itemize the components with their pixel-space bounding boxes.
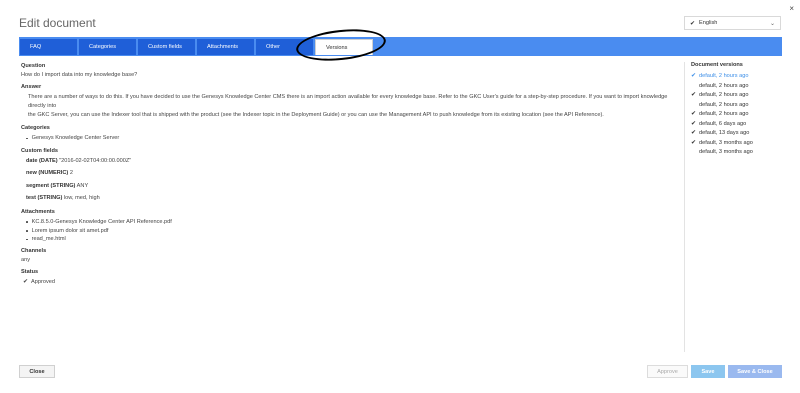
language-value: English (699, 20, 718, 26)
category-text: Genesys Knowledge Center Server (31, 135, 120, 141)
version-label: default, 2 hours ago (699, 111, 749, 117)
sidebar-divider (684, 62, 685, 352)
tab-bar: FAQ Categories Custom fields Attachments… (19, 37, 782, 56)
list-item: KC.8.5.0-Genesys Knowledge Center API Re… (21, 218, 676, 227)
attachments-label: Attachments (21, 208, 55, 215)
custom-field-value: ANY (76, 182, 89, 189)
bullet-icon (26, 221, 28, 224)
answer-label: Answer (21, 84, 42, 90)
tab-categories[interactable]: Categories (79, 39, 136, 55)
version-label: default, 2 hours ago (699, 92, 749, 98)
custom-field-date: date (DATE) "2016-02-02T04:00:00.000Z" (21, 155, 676, 168)
custom-field-value: low, med, high (63, 195, 100, 202)
save-and-close-button[interactable]: Save & Close (728, 365, 782, 378)
version-label: default, 2 hours ago (699, 82, 749, 89)
version-item[interactable]: ✔ default, 6 days ago (691, 120, 783, 130)
custom-field-value: 2 (69, 170, 73, 177)
check-icon: ✔ (23, 278, 29, 285)
version-item[interactable]: ✔ default, 2 hours ago (691, 91, 783, 101)
document-content: Question How do I import data into my kn… (21, 62, 676, 286)
check-icon: ✔ (691, 130, 697, 136)
check-icon: ✔ (691, 111, 697, 117)
versions-panel: Document versions ✔ default, 2 hours ago d… (691, 61, 783, 158)
channels-label: Channels (21, 247, 47, 254)
custom-field-test: test (STRING) low, med, high (21, 192, 676, 205)
tab-versions[interactable]: Versions (315, 39, 373, 55)
channels-value: any (21, 256, 31, 263)
custom-field-name: test (STRING) (26, 195, 63, 202)
check-icon: ✔ (691, 139, 697, 146)
custom-field-value: "2016-02-02T04:00:00.000Z" (59, 157, 132, 164)
question-text: How do I import data into my knowledge b… (21, 72, 138, 78)
bullet-icon (26, 238, 28, 241)
version-label: default, 3 months ago (699, 139, 753, 146)
version-label: default, 6 days ago (699, 120, 747, 127)
attachment-link[interactable]: KC.8.5.0-Genesys Knowledge Center API Re… (32, 218, 172, 227)
tab-custom-fields[interactable]: Custom fields (138, 39, 195, 55)
status-text: Approved (31, 278, 55, 285)
close-icon[interactable]: × (789, 5, 794, 13)
version-label: default, 2 hours ago (699, 101, 749, 108)
list-item: Lorem ipsum dolor sit amet.pdf (21, 227, 676, 236)
save-button[interactable]: Save (691, 365, 725, 378)
version-label: default, 13 days ago (699, 130, 750, 136)
status-label: Status (21, 268, 39, 275)
version-item[interactable]: default, 2 hours ago (691, 82, 783, 92)
version-item[interactable]: ✔ default, 2 hours ago (691, 72, 783, 82)
version-item[interactable]: default, 2 hours ago (691, 101, 783, 111)
list-item: read_me.html (21, 235, 676, 244)
bullet-icon (26, 230, 28, 232)
close-button[interactable]: Close (19, 365, 55, 378)
question-label: Question (21, 63, 46, 69)
version-item[interactable]: ✔ default, 13 days ago (691, 129, 783, 139)
list-item: Genesys Knowledge Center Server (21, 134, 676, 143)
answer-text-1: There are a number of ways to do this. I… (28, 94, 668, 109)
custom-fields-label: Custom fields (21, 147, 58, 154)
attachment-link[interactable]: read_me.html (32, 235, 66, 244)
check-icon: ✔ (691, 92, 697, 98)
custom-field-name: segment (STRING) (26, 182, 76, 189)
version-item[interactable]: ✔ default, 3 months ago (691, 139, 783, 149)
version-label: default, 3 months ago (699, 149, 753, 155)
tab-other[interactable]: Other (256, 39, 313, 55)
version-label: default, 2 hours ago (699, 73, 749, 79)
versions-list: ✔ default, 2 hours ago default, 2 hours ag… (691, 72, 783, 158)
approve-button[interactable]: Approve (647, 365, 688, 378)
custom-field-name: new (NUMERIC) (26, 170, 69, 177)
versions-heading: Document versions (691, 62, 743, 68)
check-icon: ✔ (690, 20, 696, 27)
version-item[interactable]: ✔ default, 2 hours ago (691, 110, 783, 120)
version-item[interactable]: default, 3 months ago (691, 148, 783, 158)
attachment-link[interactable]: Lorem ipsum dolor sit amet.pdf (32, 227, 109, 236)
check-icon: ✔ (691, 73, 697, 79)
chevron-down-icon: ⌄ (769, 20, 775, 27)
categories-label: Categories (21, 125, 50, 131)
language-select[interactable]: ✔ English ⌄ (684, 16, 781, 30)
dialog-title: Edit document (19, 16, 96, 30)
custom-field-new: new (NUMERIC) 2 (21, 167, 676, 180)
status-value: ✔ Approved (21, 278, 676, 287)
bullet-icon (26, 137, 28, 140)
custom-field-name: date (DATE) (26, 157, 58, 164)
check-icon: ✔ (691, 120, 697, 127)
tab-faq[interactable]: FAQ (20, 39, 77, 55)
answer-text-2: the GKC Server, you can use the Indexer … (28, 112, 604, 118)
tab-attachments[interactable]: Attachments (197, 39, 254, 55)
custom-field-segment: segment (STRING) ANY (21, 180, 676, 193)
